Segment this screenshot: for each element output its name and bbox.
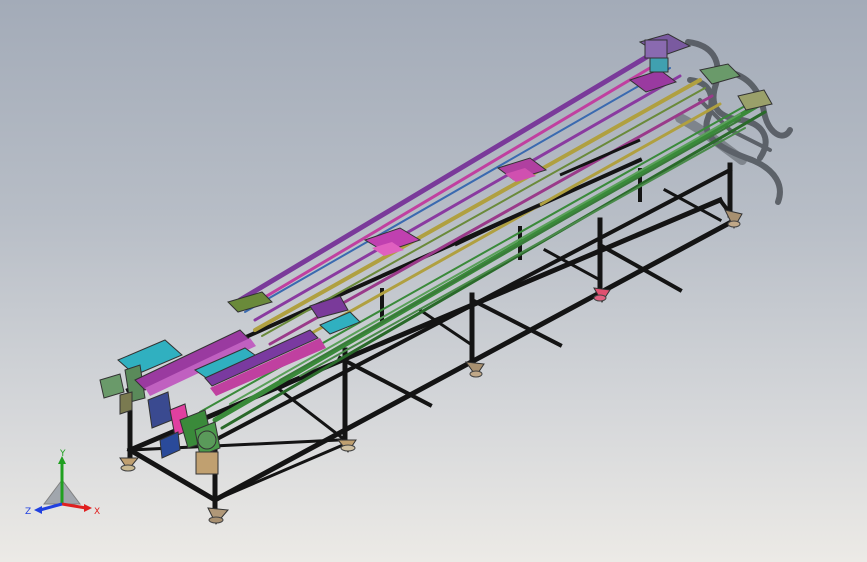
- x-axis-icon: [61, 502, 87, 510]
- z-axis-icon: [39, 502, 63, 512]
- conveyor-model[interactable]: [0, 0, 867, 562]
- conveyor-rails: [199, 52, 767, 430]
- z-axis-label: Z: [25, 507, 31, 517]
- x-axis-label: X: [94, 507, 100, 517]
- view-orientation-triad[interactable]: Y X Z: [24, 448, 114, 528]
- 3d-viewport[interactable]: Y X Z: [0, 0, 867, 562]
- y-axis-label: Y: [59, 449, 66, 459]
- support-frame: [125, 157, 739, 513]
